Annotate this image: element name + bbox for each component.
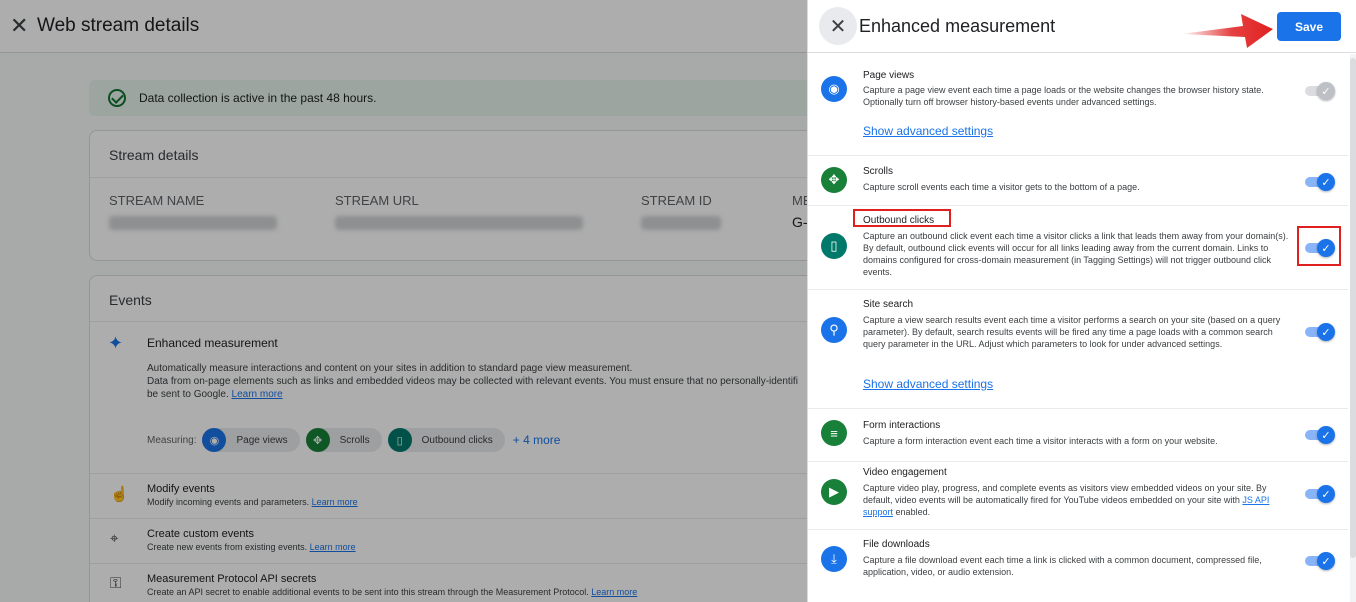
check-icon: ✓ bbox=[1317, 485, 1335, 503]
enhanced-measurement-panel: ✕ Enhanced measurement Save ◉ Page views… bbox=[807, 0, 1356, 602]
setting-row-site-search: ⚲ Site search Capture a view search resu… bbox=[808, 290, 1348, 409]
setting-row-form-interactions: ≡ Form interactions Capture a form inter… bbox=[808, 409, 1348, 462]
setting-description-text: Capture video play, progress, and comple… bbox=[863, 483, 1267, 505]
check-icon: ✓ bbox=[1317, 323, 1335, 341]
scrollbar-thumb[interactable] bbox=[1350, 58, 1356, 558]
setting-description: Capture a file download event each time … bbox=[863, 555, 1262, 577]
setting-row-video-engagement: ▶ Video engagement Capture video play, p… bbox=[808, 462, 1348, 530]
setting-row-outbound-clicks: ▯ Outbound clicks Capture an outbound cl… bbox=[808, 206, 1348, 290]
check-icon: ✓ bbox=[1317, 552, 1335, 570]
search-icon: ⚲ bbox=[821, 317, 847, 343]
highlight-box-annotation bbox=[853, 209, 951, 227]
setting-description: Capture an outbound click event each tim… bbox=[863, 231, 1289, 277]
setting-description: Capture a page view event each time a pa… bbox=[863, 85, 1264, 107]
show-advanced-settings-link[interactable]: Show advanced settings bbox=[863, 124, 993, 138]
eye-icon: ◉ bbox=[821, 76, 847, 102]
setting-row-scrolls: ✥ Scrolls Capture scroll events each tim… bbox=[808, 156, 1348, 206]
scrolls-toggle[interactable]: ✓ bbox=[1305, 173, 1335, 191]
setting-description: Capture video play, progress, and comple… bbox=[863, 482, 1293, 518]
setting-description: Capture a form interaction event each ti… bbox=[863, 436, 1218, 446]
setting-title: File downloads bbox=[863, 539, 930, 550]
file-downloads-toggle[interactable]: ✓ bbox=[1305, 552, 1335, 570]
setting-row-file-downloads: ⤓ File downloads Capture a file download… bbox=[808, 530, 1348, 590]
panel-scrollbar[interactable] bbox=[1350, 54, 1356, 602]
save-button[interactable]: Save bbox=[1277, 12, 1341, 41]
video-engagement-toggle[interactable]: ✓ bbox=[1305, 485, 1335, 503]
setting-title: Site search bbox=[863, 299, 914, 310]
check-icon: ✓ bbox=[1317, 426, 1335, 444]
modal-scrim[interactable] bbox=[0, 0, 807, 602]
setting-title: Video engagement bbox=[863, 467, 947, 478]
scroll-icon: ✥ bbox=[821, 167, 847, 193]
page-views-toggle: ✓ bbox=[1305, 82, 1335, 100]
red-arrow-annotation bbox=[1181, 14, 1273, 48]
setting-description: Capture scroll events each time a visito… bbox=[863, 182, 1140, 192]
panel-title: Enhanced measurement bbox=[859, 16, 1056, 36]
form-interactions-toggle[interactable]: ✓ bbox=[1305, 426, 1335, 444]
check-icon: ✓ bbox=[1317, 173, 1335, 191]
highlight-box-annotation bbox=[1297, 226, 1341, 266]
setting-description: Capture a view search results event each… bbox=[863, 315, 1281, 349]
show-advanced-settings-link[interactable]: Show advanced settings bbox=[863, 377, 993, 391]
setting-title: Form interactions bbox=[863, 420, 941, 431]
download-icon: ⤓ bbox=[821, 546, 847, 572]
check-icon: ✓ bbox=[1317, 82, 1335, 100]
close-icon[interactable]: ✕ bbox=[819, 7, 857, 45]
setting-row-page-views: ◉ Page views Capture a page view event e… bbox=[808, 54, 1348, 156]
setting-title: Page views bbox=[863, 70, 915, 81]
setting-title: Scrolls bbox=[863, 166, 894, 177]
panel-header: ✕ Enhanced measurement Save bbox=[808, 0, 1356, 53]
setting-description-text: enabled. bbox=[895, 507, 931, 517]
mouse-icon: ▯ bbox=[821, 233, 847, 259]
site-search-toggle[interactable]: ✓ bbox=[1305, 323, 1335, 341]
play-icon: ▶ bbox=[821, 479, 847, 505]
form-icon: ≡ bbox=[821, 420, 847, 446]
